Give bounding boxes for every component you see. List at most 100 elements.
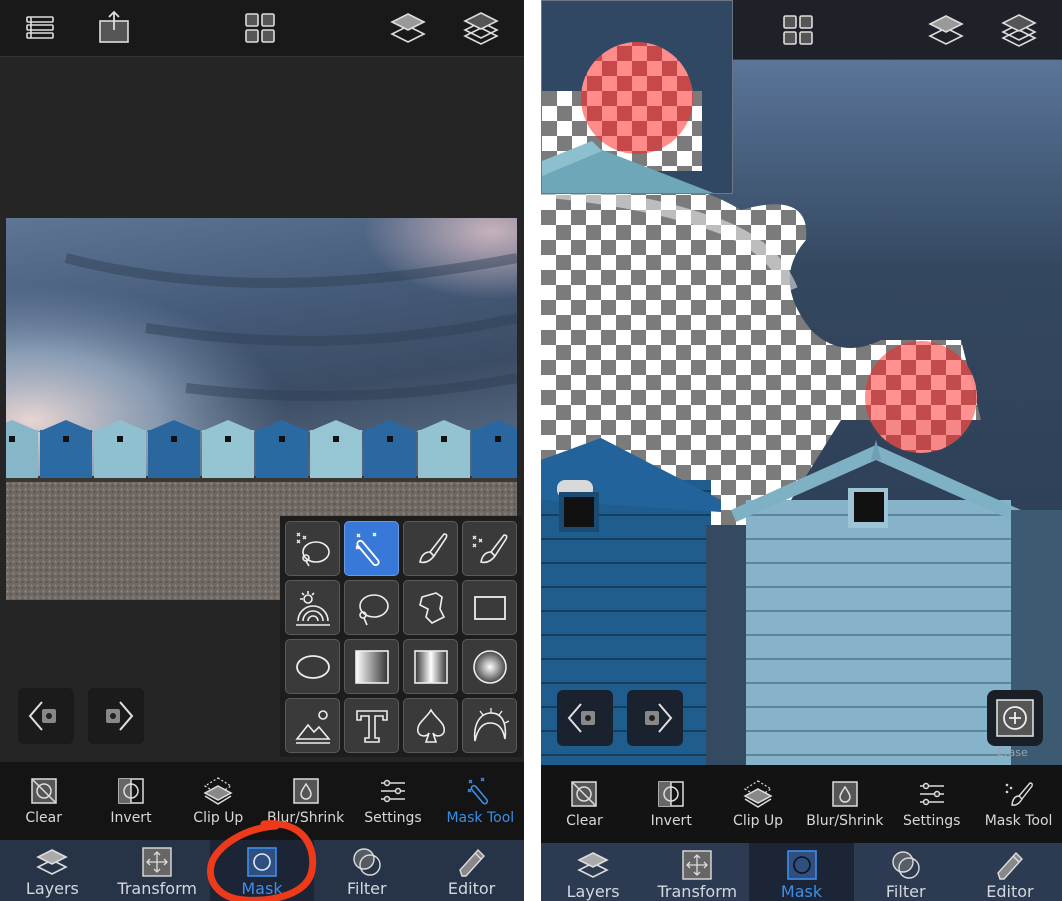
- beach-hut-window: [495, 436, 501, 442]
- invert-button[interactable]: Invert: [87, 762, 174, 840]
- clear-icon: [571, 781, 598, 807]
- text-tool[interactable]: [344, 698, 399, 753]
- magic-brush-tool[interactable]: [462, 521, 517, 576]
- magic-wand-icon: [355, 532, 380, 566]
- mask-actions-bar: Clear Invert Clip Up Blur/Shrink Setting…: [541, 765, 1062, 843]
- mask-tool-button[interactable]: Mask Tool: [975, 765, 1062, 843]
- invert-icon: [658, 781, 684, 807]
- layer-icon[interactable]: [390, 10, 426, 46]
- beach-hut-window: [441, 436, 447, 442]
- blur-shrink-button[interactable]: Blur/Shrink: [262, 762, 349, 840]
- tab-mask-label: Mask: [241, 879, 283, 898]
- hair-tool[interactable]: [462, 698, 517, 753]
- radial-gradient-tool[interactable]: [462, 639, 517, 694]
- clear-button[interactable]: Clear: [0, 762, 87, 840]
- clear-button[interactable]: Clear: [541, 765, 628, 843]
- grid-icon[interactable]: [780, 12, 816, 48]
- tab-editor-label: Editor: [447, 879, 496, 898]
- mirror-gradient-tool[interactable]: [403, 639, 458, 694]
- magic-brush-icon: [1005, 782, 1033, 806]
- previous-layer-button[interactable]: [18, 688, 74, 744]
- shape-tool[interactable]: [403, 698, 458, 753]
- tab-layers-label: Layers: [25, 879, 79, 898]
- lasso-tool[interactable]: [344, 580, 399, 635]
- prev-arrow-icon: [28, 701, 56, 731]
- settings-sliders-icon: [380, 779, 405, 803]
- magic-lasso-icon: [296, 532, 330, 566]
- mask-tool-picker: [280, 516, 522, 757]
- settings-label: Settings: [364, 810, 422, 826]
- mask-tool-button[interactable]: Mask Tool: [437, 762, 524, 840]
- image-tool[interactable]: [285, 698, 340, 753]
- sky-tool[interactable]: [285, 580, 340, 635]
- add-circle-icon: [996, 699, 1034, 737]
- beach-hut-window: [171, 436, 177, 442]
- share-icon[interactable]: [96, 10, 132, 46]
- layers-stack-icon[interactable]: [463, 10, 499, 46]
- magnifier-inset: [541, 0, 733, 194]
- magic-lasso-tool[interactable]: [285, 521, 340, 576]
- previous-layer-button[interactable]: [557, 690, 613, 746]
- blur-shrink-button[interactable]: Blur/Shrink: [801, 765, 888, 843]
- grid-icon[interactable]: [242, 10, 278, 46]
- ellipse-tool[interactable]: [285, 639, 340, 694]
- rectangle-tool[interactable]: [462, 580, 517, 635]
- next-arrow-icon: [106, 701, 134, 731]
- next-layer-button[interactable]: [88, 688, 144, 744]
- magic-wand-icon: [467, 777, 489, 805]
- tab-transform[interactable]: Transform: [645, 843, 749, 901]
- clip-up-label: Clip Up: [733, 813, 784, 829]
- linear-gradient-icon: [354, 649, 389, 684]
- tab-filter[interactable]: Filter: [314, 840, 419, 901]
- tab-layers[interactable]: Layers: [0, 840, 105, 901]
- next-layer-button[interactable]: [627, 690, 683, 746]
- erase-button[interactable]: [987, 690, 1043, 746]
- beach-hut-window: [387, 436, 393, 442]
- tab-filter-label: Filter: [346, 879, 387, 898]
- mirror-gradient-icon: [413, 649, 448, 684]
- tab-transform-label: Transform: [657, 882, 738, 901]
- bottom-tab-bar: Layers Transform Mask Filter Editor: [0, 840, 524, 901]
- invert-label: Invert: [110, 810, 152, 826]
- pencil-icon: [458, 848, 485, 877]
- layers-icon: [36, 849, 69, 875]
- tab-mask[interactable]: Mask: [209, 840, 315, 901]
- brush-tool[interactable]: [403, 521, 458, 576]
- filter-icon: [892, 851, 920, 879]
- settings-button[interactable]: Settings: [888, 765, 975, 843]
- tab-mask-label: Mask: [780, 882, 823, 901]
- clear-label: Clear: [25, 810, 62, 826]
- right-screen: Erase Clear Invert Clip Up Blur/Shrink S…: [541, 0, 1062, 901]
- list-icon[interactable]: [22, 10, 58, 46]
- tab-editor[interactable]: Editor: [419, 840, 524, 901]
- settings-button[interactable]: Settings: [349, 762, 436, 840]
- tab-mask[interactable]: Mask: [749, 843, 854, 901]
- clip-up-button[interactable]: Clip Up: [175, 762, 262, 840]
- clear-icon: [30, 778, 57, 804]
- tab-transform[interactable]: Transform: [105, 840, 210, 901]
- hair-icon: [473, 707, 509, 741]
- layer-icon[interactable]: [928, 12, 964, 48]
- linear-gradient-tool[interactable]: [344, 639, 399, 694]
- top-toolbar: [0, 0, 524, 57]
- magic-wand-tool[interactable]: [344, 521, 399, 576]
- polygon-lasso-icon: [418, 591, 445, 624]
- mask-tool-label: Mask Tool: [446, 810, 515, 826]
- invert-icon: [118, 778, 144, 804]
- layers-stack-icon[interactable]: [1001, 12, 1037, 48]
- next-arrow-icon: [645, 703, 673, 733]
- invert-button[interactable]: Invert: [628, 765, 715, 843]
- clip-up-button[interactable]: Clip Up: [715, 765, 802, 843]
- polygon-lasso-tool[interactable]: [403, 580, 458, 635]
- radial-gradient-icon: [472, 649, 507, 684]
- tab-layers[interactable]: Layers: [541, 843, 645, 901]
- settings-sliders-icon: [919, 782, 944, 806]
- pencil-icon: [997, 851, 1023, 880]
- clip-up-label: Clip Up: [193, 810, 244, 826]
- blur-shrink-label: Blur/Shrink: [267, 810, 345, 826]
- tab-filter[interactable]: Filter: [854, 843, 958, 901]
- tab-editor[interactable]: Editor: [958, 843, 1062, 901]
- beach-hut-window: [63, 436, 69, 442]
- left-screen: Clear Invert Clip Up Blur/Shrink Setting…: [0, 0, 524, 901]
- clip-up-icon: [743, 780, 773, 808]
